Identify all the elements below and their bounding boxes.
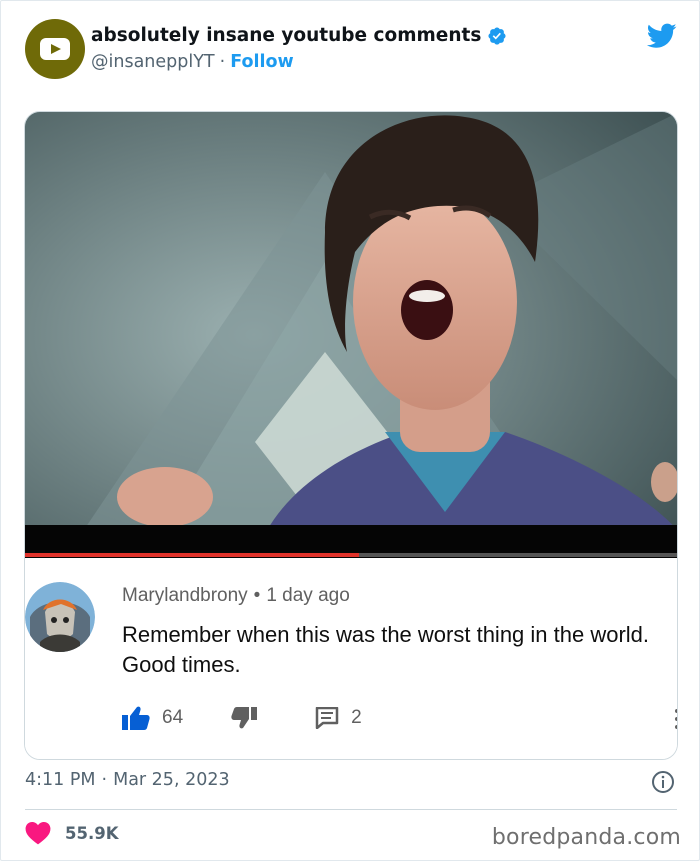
tweet-time: 4:11 PM xyxy=(25,770,96,790)
more-vertical-icon[interactable] xyxy=(675,708,678,730)
reply-count: 2 xyxy=(351,707,362,728)
twitter-bird-icon[interactable] xyxy=(647,23,677,49)
handle-row: @insanepplYT · Follow xyxy=(91,52,294,72)
comment-time[interactable]: 1 day ago xyxy=(266,585,349,606)
timestamp-separator: · xyxy=(101,770,108,790)
like-count: 64 xyxy=(162,707,184,728)
youtube-play-icon xyxy=(40,38,70,60)
comment-actions: 64 2 xyxy=(122,705,362,731)
thumbs-up-icon[interactable] xyxy=(122,706,150,730)
follow-link[interactable]: Follow xyxy=(230,52,293,72)
comment-text: Remember when this was the worst thing i… xyxy=(122,622,650,677)
name-row: absolutely insane youtube comments xyxy=(91,25,507,46)
source-watermark: boredpanda.com xyxy=(491,825,681,850)
youtube-comment: Marylandbrony • 1 day ago Remember when th… xyxy=(25,558,678,759)
comment-meta-separator: • xyxy=(253,585,261,606)
like-count-total[interactable]: 55.9K xyxy=(65,824,119,843)
thumbs-down-icon[interactable] xyxy=(231,707,258,729)
tweet-card: absolutely insane youtube comments @insa… xyxy=(0,0,700,861)
profile-avatar[interactable] xyxy=(25,19,85,79)
tweet-footer: 55.9K xyxy=(25,821,119,845)
tweet-header: absolutely insane youtube comments @insa… xyxy=(25,19,681,81)
verified-badge-icon xyxy=(488,26,506,45)
video-still-image xyxy=(25,112,677,558)
reply-icon[interactable] xyxy=(315,707,339,729)
display-name[interactable]: absolutely insane youtube comments xyxy=(91,25,481,46)
video-progress-fill xyxy=(25,553,359,557)
info-icon[interactable] xyxy=(651,770,675,794)
commenter-avatar[interactable] xyxy=(25,582,95,652)
video-frame[interactable] xyxy=(25,112,677,558)
tweet-media[interactable]: Marylandbrony • 1 day ago Remember when th… xyxy=(24,111,678,760)
footer-divider xyxy=(25,809,677,810)
tweet-date: Mar 25, 2023 xyxy=(113,770,230,790)
comment-author[interactable]: Marylandbrony xyxy=(122,585,248,606)
handle-separator: · xyxy=(219,52,226,72)
tweet-timestamp[interactable]: 4:11 PM · Mar 25, 2023 xyxy=(25,770,230,790)
comment-meta: Marylandbrony • 1 day ago xyxy=(122,585,350,607)
user-handle[interactable]: @insanepplYT xyxy=(91,52,215,72)
heart-icon[interactable] xyxy=(25,821,51,845)
